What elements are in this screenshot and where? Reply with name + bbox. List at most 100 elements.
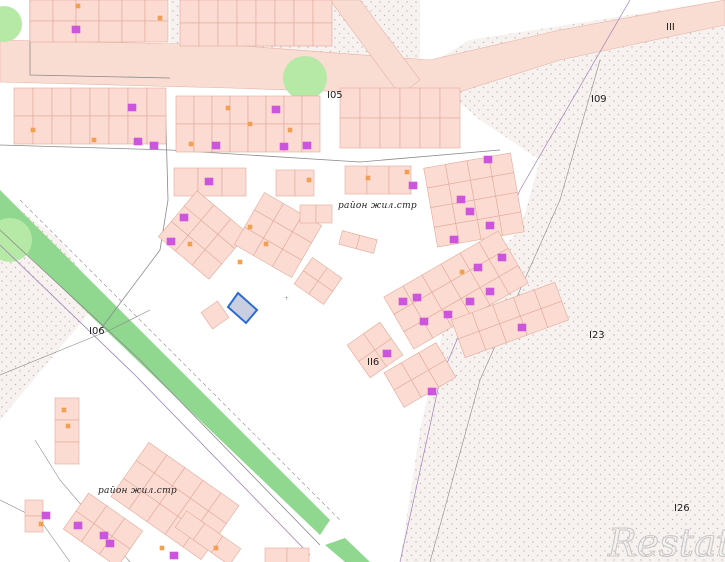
building-footprint	[187, 241, 193, 247]
land-parcel	[315, 204, 333, 224]
land-parcel	[175, 123, 195, 153]
building-footprint	[271, 105, 281, 114]
land-parcel	[433, 223, 460, 248]
land-parcel	[495, 192, 522, 217]
block-label-105: I05	[327, 90, 343, 101]
building-footprint	[404, 169, 410, 175]
land-parcel	[255, 22, 276, 47]
building-footprint	[225, 105, 231, 111]
land-parcel	[229, 123, 249, 153]
building-footprint	[179, 213, 189, 222]
land-parcel	[51, 115, 72, 145]
building-footprint	[169, 551, 179, 560]
building-footprint	[213, 545, 219, 551]
land-parcel	[355, 234, 378, 254]
building-footprint	[465, 207, 475, 216]
land-parcel	[439, 117, 461, 149]
land-parcel	[491, 172, 518, 197]
building-footprint	[449, 235, 459, 244]
land-parcel	[54, 441, 80, 465]
land-parcel	[286, 547, 310, 562]
land-parcel	[29, 0, 54, 22]
building-footprint	[443, 310, 453, 319]
building-footprint	[419, 317, 429, 326]
block-label-126: I26	[674, 503, 690, 514]
land-parcel	[359, 87, 381, 119]
land-parcel	[32, 87, 53, 117]
land-parcel	[13, 87, 34, 117]
land-parcel	[175, 95, 195, 125]
land-parcel	[274, 0, 295, 24]
building-footprint	[279, 142, 289, 151]
land-parcel	[179, 0, 200, 24]
building-footprint	[71, 25, 81, 34]
land-parcel	[89, 87, 110, 117]
district-label-north: район жил.стр	[338, 201, 417, 211]
land-parcel	[108, 87, 129, 117]
green-strip-south	[325, 538, 370, 562]
building-footprint	[30, 127, 36, 133]
building-footprint	[398, 297, 408, 306]
building-footprint	[459, 269, 465, 275]
building-footprint	[204, 177, 214, 186]
building-footprint	[149, 141, 159, 150]
building-footprint	[427, 387, 437, 396]
land-parcel	[70, 115, 91, 145]
land-parcel	[70, 87, 91, 117]
block-label-106: I06	[89, 326, 105, 337]
land-parcel	[247, 123, 267, 153]
building-footprint	[306, 177, 312, 183]
land-parcel	[51, 87, 72, 117]
land-parcel	[275, 169, 296, 197]
block-label-109: I09	[591, 94, 607, 105]
land-parcel	[399, 87, 421, 119]
land-parcel	[312, 22, 333, 47]
land-parcel	[498, 211, 525, 236]
land-parcel	[488, 152, 515, 177]
land-parcel	[236, 0, 257, 24]
land-parcel	[108, 115, 129, 145]
land-parcel	[179, 22, 200, 47]
building-footprint	[133, 137, 143, 146]
land-parcel	[419, 87, 441, 119]
building-footprint	[302, 141, 312, 150]
land-parcel	[339, 117, 361, 149]
cadastral-map[interactable]: + I05 I06 I09 III II6 I23 I26 район жил.…	[0, 0, 725, 562]
land-parcel	[344, 165, 368, 195]
building-footprint	[408, 181, 418, 190]
land-parcel	[299, 204, 317, 224]
block-label-111: III	[666, 22, 675, 33]
building-footprint	[237, 259, 243, 265]
building-footprint	[188, 141, 194, 147]
land-parcel	[419, 117, 441, 149]
building-footprint	[456, 195, 466, 204]
land-parcel	[426, 183, 453, 208]
land-parcel	[470, 176, 497, 201]
building-footprint	[73, 521, 83, 530]
land-parcel	[379, 117, 401, 149]
building-footprint	[105, 539, 115, 548]
land-parcel	[283, 95, 303, 125]
land-parcel	[144, 20, 169, 43]
selected-parcel[interactable]	[226, 291, 259, 325]
building-footprint	[99, 531, 109, 540]
building-footprint	[497, 253, 507, 262]
land-parcel	[293, 22, 314, 47]
land-parcel	[229, 95, 249, 125]
land-parcel	[52, 0, 77, 22]
building-footprint	[65, 423, 71, 429]
building-footprint	[483, 155, 493, 164]
building-footprint	[91, 137, 97, 143]
block-label-116: II6	[367, 357, 379, 368]
map-canvas[interactable]: + I05 I06 I09 III II6 I23 I26 район жил.…	[0, 0, 725, 562]
land-parcel	[264, 547, 288, 562]
land-parcel	[198, 22, 219, 47]
land-parcel	[430, 203, 457, 228]
land-parcel	[98, 20, 123, 43]
building-footprint	[473, 263, 483, 272]
land-parcel	[217, 22, 238, 47]
building-footprint	[263, 241, 269, 247]
watermark-logo: Restate	[607, 521, 725, 562]
land-parcel	[217, 0, 238, 24]
land-parcel	[200, 300, 230, 330]
